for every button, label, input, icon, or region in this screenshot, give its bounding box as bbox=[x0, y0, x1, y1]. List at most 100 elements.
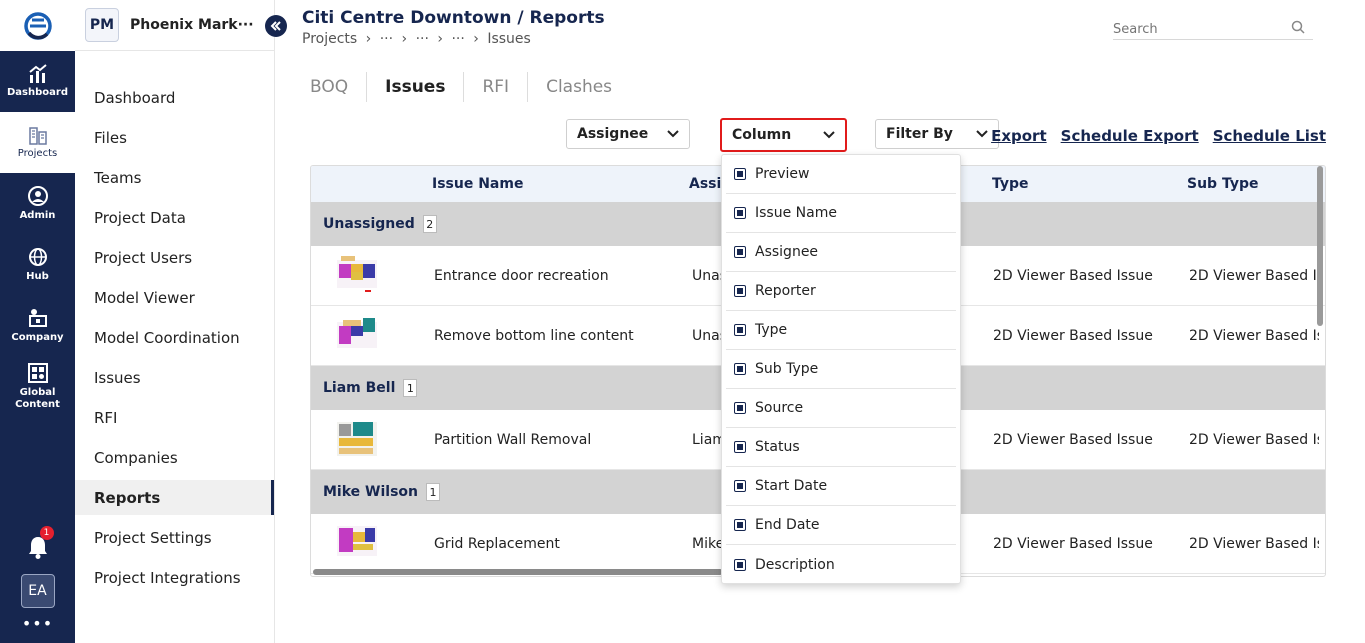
search-box bbox=[1113, 18, 1313, 40]
sidebar-item-model-viewer[interactable]: Model Viewer bbox=[75, 280, 274, 315]
search-icon[interactable] bbox=[1291, 20, 1305, 34]
sidebar-item-project-users[interactable]: Project Users bbox=[75, 240, 274, 275]
column-option-status[interactable]: Status bbox=[726, 428, 956, 467]
rail-label: Company bbox=[11, 332, 64, 343]
column-option-issue-name[interactable]: Issue Name bbox=[726, 194, 956, 233]
checkbox[interactable] bbox=[734, 558, 746, 571]
admin-icon bbox=[27, 186, 48, 206]
rail-label: Projects bbox=[17, 148, 58, 159]
column-option-type[interactable]: Type bbox=[726, 311, 956, 350]
sidebar-item-teams[interactable]: Teams bbox=[75, 160, 274, 195]
collapse-sidebar-button[interactable] bbox=[265, 15, 287, 37]
column-option-label: Preview bbox=[755, 166, 810, 182]
sidebar-item-project-data[interactable]: Project Data bbox=[75, 200, 274, 235]
sidebar-item-companies[interactable]: Companies bbox=[75, 440, 274, 475]
sidebar-item-model-coordination[interactable]: Model Coordination bbox=[75, 320, 274, 355]
issue-preview-thumbnail[interactable] bbox=[335, 522, 381, 564]
checkbox[interactable] bbox=[734, 363, 746, 375]
assignee-dropdown[interactable]: Assignee bbox=[566, 119, 690, 149]
issue-preview-thumbnail[interactable] bbox=[335, 418, 381, 460]
rail-projects[interactable]: Projects bbox=[0, 112, 75, 173]
checkbox[interactable] bbox=[734, 285, 746, 297]
breadcrumb-issues[interactable]: Issues bbox=[487, 31, 531, 47]
sidebar-item-project-settings[interactable]: Project Settings bbox=[75, 520, 274, 555]
checkbox[interactable] bbox=[734, 246, 746, 258]
checkbox[interactable] bbox=[734, 402, 746, 414]
app-logo[interactable] bbox=[0, 0, 75, 51]
vertical-scrollbar[interactable] bbox=[1317, 166, 1323, 326]
logo-icon bbox=[23, 11, 52, 40]
breadcrumb-ellipsis[interactable]: ··· bbox=[380, 31, 393, 47]
assignee-dropdown-label: Assignee bbox=[577, 126, 649, 142]
sidebar-item-reports[interactable]: Reports bbox=[75, 480, 274, 515]
column-option-source[interactable]: Source bbox=[726, 389, 956, 428]
schedule-list-link[interactable]: Schedule List bbox=[1213, 127, 1326, 145]
column-option-label: Start Date bbox=[755, 478, 828, 494]
issue-sub-type: 2D Viewer Based Is bbox=[1189, 268, 1319, 284]
rail-hub[interactable]: Hub bbox=[0, 234, 75, 295]
issue-sub-type: 2D Viewer Based Is bbox=[1189, 432, 1319, 448]
column-option-label: Type bbox=[755, 322, 788, 338]
column-option-assignee[interactable]: Assignee bbox=[726, 233, 956, 272]
checkbox[interactable] bbox=[734, 207, 746, 219]
issue-preview-thumbnail[interactable] bbox=[335, 314, 381, 356]
column-option-label: Status bbox=[755, 439, 800, 455]
breadcrumb-projects[interactable]: Projects bbox=[302, 31, 357, 47]
breadcrumb-ellipsis[interactable]: ··· bbox=[416, 31, 429, 47]
chevron-down-icon bbox=[823, 131, 835, 139]
tab-issues[interactable]: Issues bbox=[367, 72, 465, 102]
rail-admin[interactable]: Admin bbox=[0, 173, 75, 234]
breadcrumb-ellipsis[interactable]: ··· bbox=[451, 31, 464, 47]
column-header-sub-type[interactable]: Sub Type bbox=[1187, 176, 1258, 192]
column-option-label: Reporter bbox=[755, 283, 816, 299]
search-input[interactable] bbox=[1113, 22, 1283, 37]
column-option-description[interactable]: Description bbox=[726, 545, 956, 584]
export-link[interactable]: Export bbox=[991, 127, 1047, 145]
sidebar-nav: Dashboard Files Teams Project Data Proje… bbox=[75, 80, 274, 595]
rail-company[interactable]: Company bbox=[0, 295, 75, 356]
column-header-issue-name[interactable]: Issue Name bbox=[432, 176, 523, 192]
checkbox[interactable] bbox=[734, 441, 746, 453]
column-option-reporter[interactable]: Reporter bbox=[726, 272, 956, 311]
horizontal-scrollbar[interactable] bbox=[313, 569, 723, 575]
issue-name: Partition Wall Removal bbox=[434, 432, 592, 448]
globe-icon bbox=[28, 248, 47, 266]
tab-clashes[interactable]: Clashes bbox=[528, 72, 630, 102]
sidebar-item-rfi[interactable]: RFI bbox=[75, 400, 274, 435]
checkbox[interactable] bbox=[734, 519, 746, 531]
notification-badge: 1 bbox=[39, 526, 54, 540]
column-option-start-date[interactable]: Start Date bbox=[726, 467, 956, 506]
rail-global-content[interactable]: Global Content bbox=[0, 356, 75, 417]
column-dropdown[interactable]: Column bbox=[720, 118, 847, 152]
user-avatar[interactable]: EA bbox=[20, 574, 55, 608]
filter-by-dropdown[interactable]: Filter By bbox=[875, 119, 999, 149]
issue-assignee: Unas bbox=[692, 328, 722, 344]
notifications-button[interactable]: 1 bbox=[26, 526, 54, 560]
project-header[interactable]: PM Phoenix Mark··· bbox=[75, 0, 274, 51]
sidebar-item-files[interactable]: Files bbox=[75, 120, 274, 155]
checkbox[interactable] bbox=[734, 480, 746, 492]
rail-label: Global Content bbox=[15, 387, 60, 410]
checkbox[interactable] bbox=[734, 324, 746, 336]
chevron-down-icon bbox=[667, 130, 679, 138]
column-header-type[interactable]: Type bbox=[992, 176, 1029, 192]
issue-preview-thumbnail[interactable] bbox=[335, 254, 381, 296]
column-option-preview[interactable]: Preview bbox=[726, 155, 956, 194]
more-menu-button[interactable]: ••• bbox=[22, 614, 53, 633]
column-dropdown-label: Column bbox=[732, 127, 792, 143]
tab-rfi[interactable]: RFI bbox=[464, 72, 529, 102]
sidebar-item-dashboard[interactable]: Dashboard bbox=[75, 80, 274, 115]
export-links: Export Schedule Export Schedule List bbox=[991, 127, 1326, 145]
sidebar-item-project-integrations[interactable]: Project Integrations bbox=[75, 560, 274, 595]
rail-dashboard[interactable]: Dashboard bbox=[0, 51, 75, 112]
rail-label: Dashboard bbox=[7, 87, 68, 98]
sidebar-item-issues[interactable]: Issues bbox=[75, 360, 274, 395]
column-option-end-date[interactable]: End Date bbox=[726, 506, 956, 545]
project-badge: PM bbox=[85, 8, 119, 42]
chart-icon bbox=[28, 64, 47, 83]
checkbox[interactable] bbox=[734, 168, 746, 180]
project-sidebar: PM Phoenix Mark··· Dashboard Files Teams… bbox=[75, 0, 287, 643]
tab-boq[interactable]: BOQ bbox=[310, 72, 368, 102]
column-option-sub-type[interactable]: Sub Type bbox=[726, 350, 956, 389]
schedule-export-link[interactable]: Schedule Export bbox=[1061, 127, 1199, 145]
